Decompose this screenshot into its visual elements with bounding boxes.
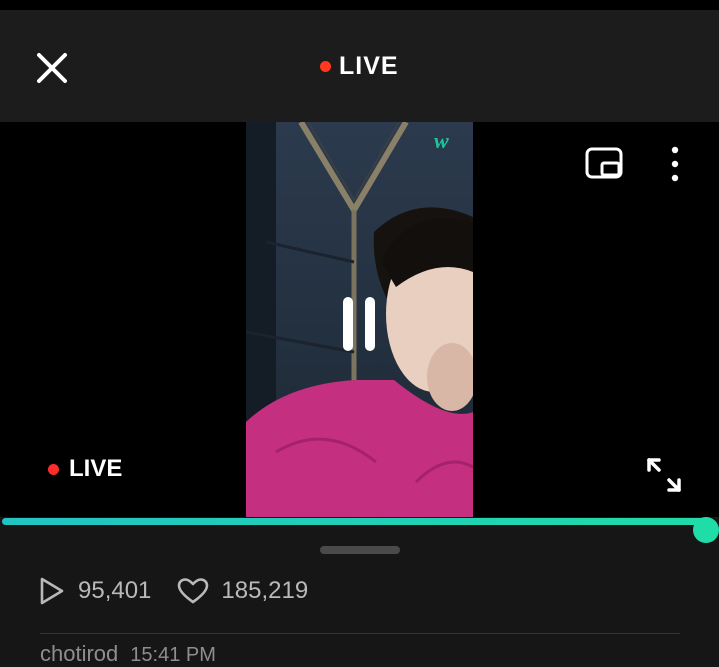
progress-knob[interactable] <box>693 517 719 543</box>
video-player[interactable]: w LIVE <box>0 122 719 517</box>
status-bar <box>0 0 719 10</box>
live-dot <box>320 61 331 72</box>
progress-fill <box>2 518 706 525</box>
heart-icon[interactable] <box>177 577 209 605</box>
pause-icon[interactable] <box>340 294 380 354</box>
video-live-label: LIVE <box>69 455 123 482</box>
drag-handle[interactable] <box>320 546 400 554</box>
more-options-icon[interactable] <box>664 144 686 184</box>
fullscreen-icon[interactable] <box>645 456 683 494</box>
comment-username[interactable]: chotirod <box>40 641 118 667</box>
picture-in-picture-icon[interactable] <box>585 146 625 182</box>
live-indicator: LIVE <box>320 52 399 81</box>
like-count[interactable]: 185,219 <box>177 577 308 605</box>
comment-meta: chotirod 15:41 PM <box>40 641 216 667</box>
video-live-badge: LIVE <box>48 455 122 483</box>
live-label: LIVE <box>339 52 399 80</box>
progress-track <box>2 517 719 543</box>
live-dot <box>48 463 59 475</box>
play-count-value: 95,401 <box>78 577 152 604</box>
svg-text:w: w <box>434 128 449 153</box>
play-count: 95,401 <box>38 576 151 606</box>
stats-row: 95,401 185,219 <box>38 576 334 606</box>
top-bar: LIVE <box>0 10 719 122</box>
divider <box>40 633 680 634</box>
play-icon <box>40 577 64 605</box>
progress-bar[interactable] <box>0 510 719 543</box>
like-count-value: 185,219 <box>221 577 309 604</box>
close-icon[interactable] <box>32 48 72 88</box>
